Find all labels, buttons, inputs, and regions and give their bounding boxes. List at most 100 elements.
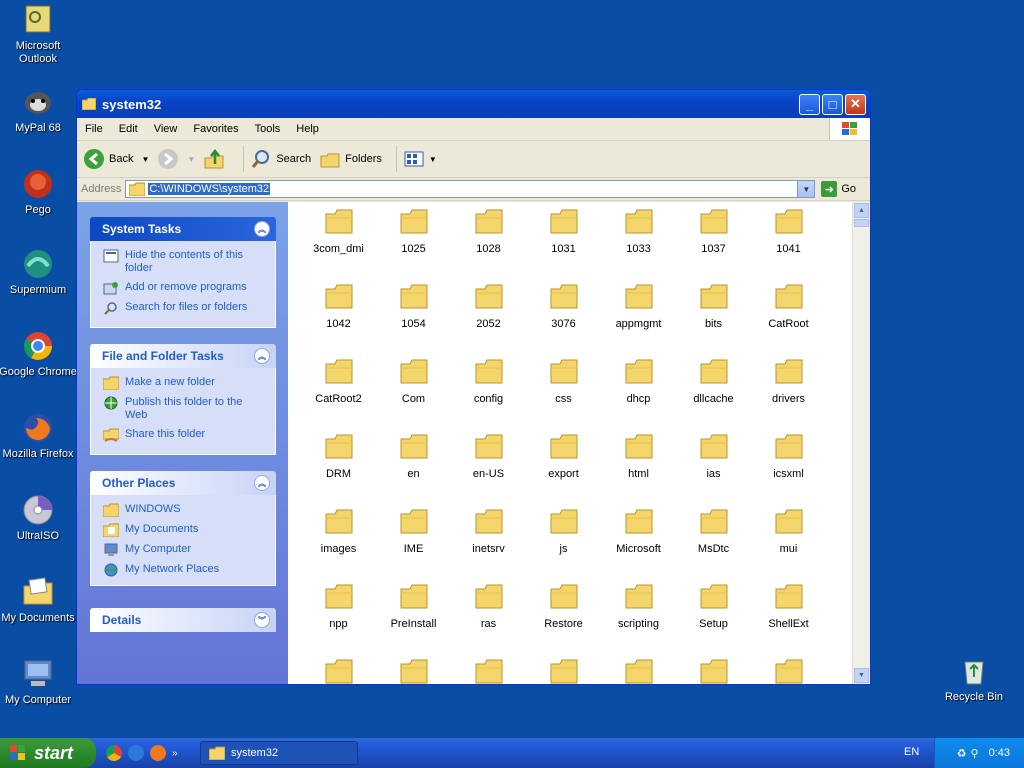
internet-explorer-icon[interactable] <box>128 745 144 761</box>
views-button[interactable]: ▼ <box>403 148 437 170</box>
menu-view[interactable]: View <box>146 123 186 135</box>
desktop-icon-ultraiso[interactable]: UltraISO <box>0 494 78 543</box>
other-places-header[interactable]: Other Places ︽ <box>90 471 276 495</box>
folder-item[interactable]: 1054 <box>376 283 451 358</box>
folder-item[interactable]: ias <box>676 433 751 508</box>
place-my-network[interactable]: My Network Places <box>103 563 267 577</box>
folder-item[interactable]: css <box>526 358 601 433</box>
tray-network-icon[interactable]: ♻ <box>957 747 967 760</box>
folder-item[interactable]: 1037 <box>676 208 751 283</box>
menu-help[interactable]: Help <box>288 123 327 135</box>
folder-item[interactable]: config <box>451 358 526 433</box>
collapse-icon[interactable]: ︽ <box>254 475 270 491</box>
place-my-documents[interactable]: My Documents <box>103 523 267 537</box>
details-header[interactable]: Details ︾ <box>90 608 276 632</box>
maximize-button[interactable]: □ <box>822 93 843 115</box>
task-search-files[interactable]: Search for files or folders <box>103 301 267 315</box>
place-windows[interactable]: WINDOWS <box>103 503 267 517</box>
scroll-thumb[interactable] <box>854 219 869 227</box>
folder-item[interactable]: appmgmt <box>601 283 676 358</box>
folder-item[interactable]: 2052 <box>451 283 526 358</box>
desktop-icon-mypal[interactable]: MyPal 68 <box>0 86 78 135</box>
task-share-folder[interactable]: Share this folder <box>103 428 267 442</box>
folder-item[interactable] <box>376 658 451 684</box>
close-button[interactable]: ✕ <box>845 93 866 115</box>
folder-item[interactable] <box>451 658 526 684</box>
folder-item[interactable]: drivers <box>751 358 826 433</box>
folder-item[interactable]: npp <box>301 583 376 658</box>
up-folder-button[interactable] <box>203 148 229 170</box>
desktop-icon-outlook[interactable]: Microsoft Outlook <box>0 4 78 66</box>
minimize-button[interactable]: _ <box>799 93 820 115</box>
folder-item[interactable]: dhcp <box>601 358 676 433</box>
folder-item[interactable]: CatRoot2 <box>301 358 376 433</box>
task-hide-contents[interactable]: Hide the contents of this folder <box>103 249 267 275</box>
folder-item[interactable]: 1025 <box>376 208 451 283</box>
folder-item[interactable]: 1031 <box>526 208 601 283</box>
folder-item[interactable]: 1028 <box>451 208 526 283</box>
collapse-icon[interactable]: ︽ <box>254 221 270 237</box>
desktop-icon-my-documents[interactable]: My Documents <box>0 576 78 625</box>
task-make-folder[interactable]: Make a new folder <box>103 376 267 390</box>
folder-item[interactable]: en-US <box>451 433 526 508</box>
desktop-icon-firefox[interactable]: Mozilla Firefox <box>0 412 78 461</box>
desktop-icon-supermium[interactable]: Supermium <box>0 248 78 297</box>
folder-item[interactable]: 1041 <box>751 208 826 283</box>
expand-icon[interactable]: ︾ <box>254 612 270 628</box>
folder-item[interactable]: Com <box>376 358 451 433</box>
system-tasks-header[interactable]: System Tasks ︽ <box>90 217 276 241</box>
menu-edit[interactable]: Edit <box>111 123 146 135</box>
folder-item[interactable]: icsxml <box>751 433 826 508</box>
menu-file[interactable]: File <box>77 123 111 135</box>
search-button[interactable]: Search <box>250 148 311 170</box>
chrome-icon[interactable] <box>106 745 122 761</box>
forward-button[interactable]: ▼ <box>157 148 195 170</box>
start-button[interactable]: start <box>0 738 96 768</box>
firefox-icon[interactable] <box>150 745 166 761</box>
go-button[interactable]: ➜ Go <box>821 181 856 197</box>
folder-item[interactable]: ShellExt <box>751 583 826 658</box>
folder-item[interactable]: 3076 <box>526 283 601 358</box>
folder-item[interactable]: bits <box>676 283 751 358</box>
tray-search-icon[interactable]: ⚲ <box>971 747 979 760</box>
task-add-remove-programs[interactable]: Add or remove programs <box>103 281 267 295</box>
address-dropdown-button[interactable]: ▼ <box>797 181 815 197</box>
vertical-scrollbar[interactable]: ▲ ▼ <box>852 202 870 684</box>
folder-item[interactable]: PreInstall <box>376 583 451 658</box>
menu-favorites[interactable]: Favorites <box>185 123 246 135</box>
file-folder-tasks-header[interactable]: File and Folder Tasks ︽ <box>90 344 276 368</box>
back-button[interactable]: Back ▼ <box>83 148 149 170</box>
folder-item[interactable]: 1042 <box>301 283 376 358</box>
folder-item[interactable]: html <box>601 433 676 508</box>
clock[interactable]: 0:43 <box>989 747 1010 759</box>
folder-item[interactable] <box>301 658 376 684</box>
folder-item[interactable]: MsDtc <box>676 508 751 583</box>
folder-item[interactable]: dllcache <box>676 358 751 433</box>
folder-item[interactable]: en <box>376 433 451 508</box>
desktop-icon-pego[interactable]: Pego <box>0 168 78 217</box>
folder-item[interactable]: scripting <box>601 583 676 658</box>
place-my-computer[interactable]: My Computer <box>103 543 267 557</box>
folder-item[interactable]: IME <box>376 508 451 583</box>
folder-item[interactable]: 3com_dmi <box>301 208 376 283</box>
title-bar[interactable]: system32 _ □ ✕ <box>77 90 870 118</box>
desktop-icon-chrome[interactable]: Google Chrome <box>0 330 78 379</box>
folder-item[interactable]: 1033 <box>601 208 676 283</box>
folder-item[interactable] <box>676 658 751 684</box>
folder-item[interactable]: mui <box>751 508 826 583</box>
folder-item[interactable] <box>751 658 826 684</box>
desktop-icon-my-computer[interactable]: My Computer <box>0 658 78 707</box>
folders-button[interactable]: Folders <box>319 148 382 170</box>
folder-item[interactable]: Setup <box>676 583 751 658</box>
folder-item[interactable]: DRM <box>301 433 376 508</box>
folder-item[interactable]: export <box>526 433 601 508</box>
desktop-icon-recycle-bin[interactable]: Recycle Bin <box>934 655 1014 704</box>
folder-item[interactable]: images <box>301 508 376 583</box>
menu-tools[interactable]: Tools <box>247 123 289 135</box>
collapse-icon[interactable]: ︽ <box>254 348 270 364</box>
folder-item[interactable]: CatRoot <box>751 283 826 358</box>
scroll-down-button[interactable]: ▼ <box>854 668 869 683</box>
language-indicator[interactable]: EN <box>904 746 919 758</box>
address-input[interactable]: C:\WINDOWS\system32 ▼ <box>125 180 816 198</box>
scroll-up-button[interactable]: ▲ <box>854 203 869 218</box>
